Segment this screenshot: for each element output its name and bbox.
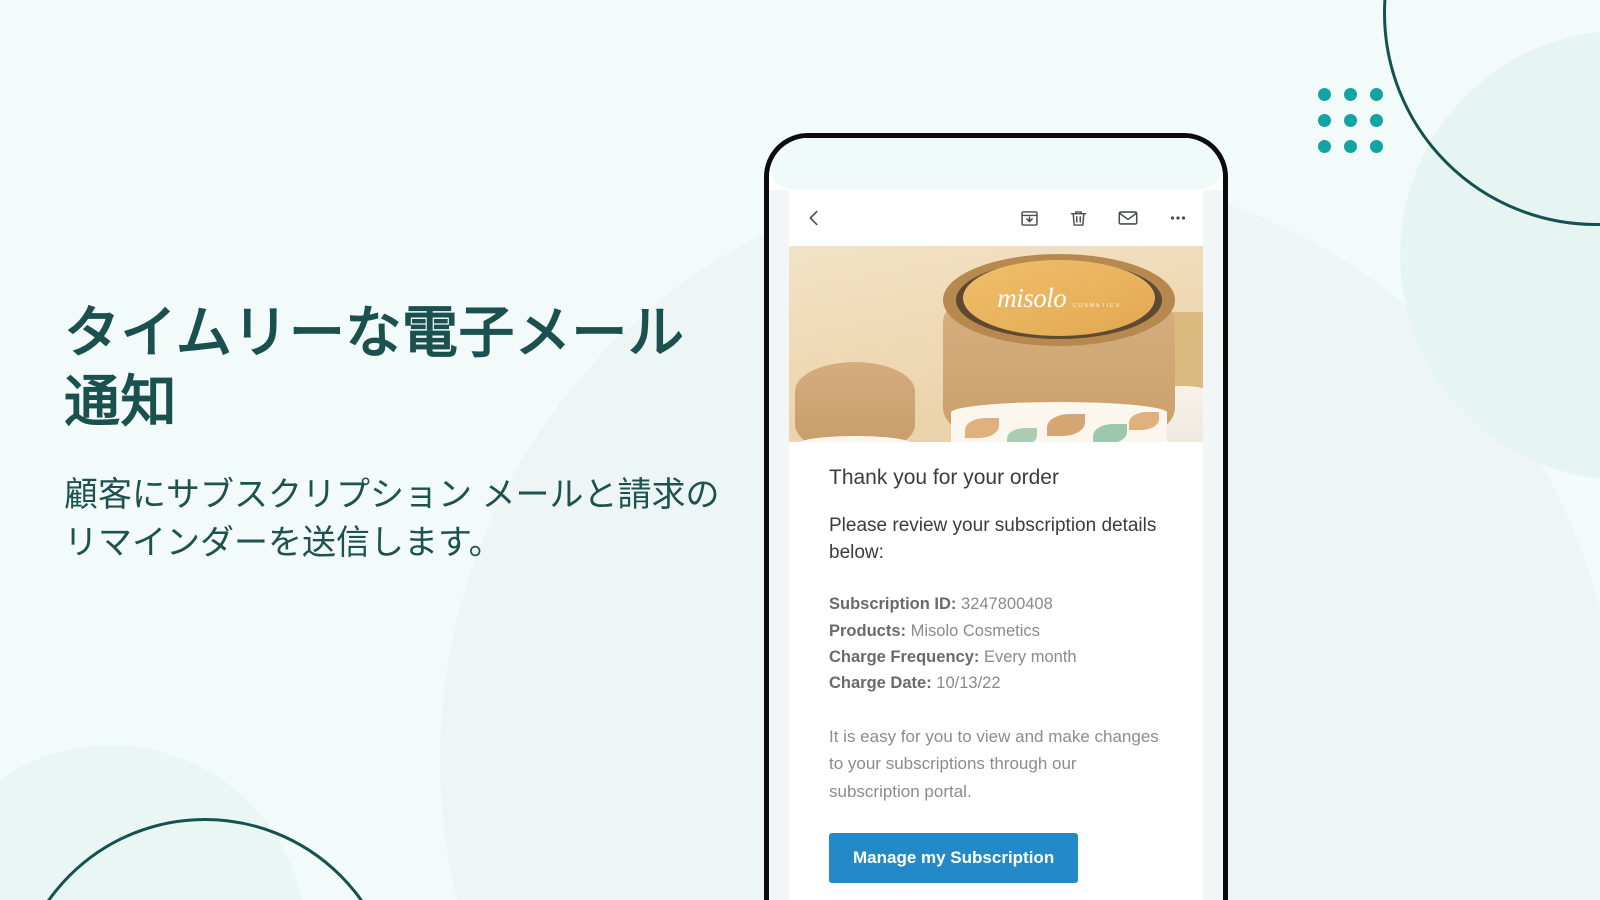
delete-button[interactable] — [1068, 208, 1089, 229]
phone-screen: misolo COSMETICS MASCARILLA — [769, 138, 1223, 900]
subscription-details-list: Subscription ID: 3247800408 Products: Mi… — [829, 591, 1163, 697]
detail-value: Misolo Cosmetics — [910, 621, 1040, 640]
page-subtitle: 顧客にサブスクリプション メールと請求のリマインダーを送信します。 — [64, 475, 720, 563]
dot-grid-icon — [1318, 88, 1383, 153]
phone-mockup: misolo COSMETICS MASCARILLA — [764, 133, 1228, 900]
email-body: misolo COSMETICS MASCARILLA — [789, 246, 1203, 900]
slide-canvas: タイムリーな電子メール通知 顧客にサブスクリプション メールと請求のリマインダー… — [0, 0, 1600, 900]
toolbar-actions — [1019, 207, 1189, 229]
detail-label: Charge Frequency: — [829, 648, 980, 667]
decorative-mint-circle-bottom-left — [0, 745, 306, 900]
archive-button[interactable] — [1019, 208, 1040, 229]
detail-value: Every month — [983, 648, 1077, 667]
manage-subscription-button[interactable]: Manage my Subscription — [829, 833, 1079, 884]
status-bar — [769, 138, 1223, 190]
decorative-mint-circle-top-right — [1400, 30, 1600, 480]
envelope-icon — [1117, 207, 1139, 229]
product-hero-image: misolo COSMETICS MASCARILLA — [789, 246, 1203, 442]
brand-sublabel: COSMETICS — [1072, 302, 1121, 309]
page-title: タイムリーな電子メール通知 — [64, 301, 685, 434]
mail-toolbar — [789, 190, 1203, 246]
trash-icon — [1068, 208, 1089, 229]
detail-label: Products: — [829, 621, 907, 640]
decorative-outline-circle-bottom-left — [12, 818, 398, 900]
more-options-button[interactable] — [1167, 207, 1189, 229]
secondary-product-jar — [795, 362, 915, 442]
screen-gutter-right — [1203, 190, 1223, 900]
chevron-left-icon — [803, 207, 825, 229]
screen-gutter-left — [769, 190, 789, 900]
detail-row: Subscription ID: 3247800408 — [829, 591, 1163, 617]
brand-logo: misolo COSMETICS — [997, 282, 1121, 313]
detail-label: Charge Date: — [829, 674, 932, 693]
mark-unread-button[interactable] — [1117, 207, 1139, 229]
detail-label: Subscription ID: — [829, 595, 957, 614]
detail-value: 10/13/22 — [936, 674, 1001, 693]
email-title: Thank you for your order — [829, 466, 1059, 489]
product-jar: misolo COSMETICS MASCARILLA — [943, 254, 1175, 442]
detail-row: Charge Frequency: Every month — [829, 644, 1163, 670]
email-lead-text: Please review your subscription details … — [829, 515, 1157, 564]
email-content: Thank you for your order Please review y… — [789, 442, 1203, 884]
decorative-outline-circle-top-right — [1383, 0, 1600, 226]
email-note-text: It is easy for you to view and make chan… — [829, 726, 1159, 801]
marketing-copy: タイムリーな電子メール通知 顧客にサブスクリプション メールと請求のリマインダー… — [64, 298, 724, 567]
detail-value: 3247800408 — [961, 595, 1053, 614]
product-lid: misolo COSMETICS — [963, 260, 1155, 336]
archive-icon — [1019, 208, 1040, 229]
back-button[interactable] — [803, 207, 825, 229]
more-horizontal-icon — [1167, 207, 1189, 229]
detail-row: Products: Misolo Cosmetics — [829, 618, 1163, 644]
product-label-wrap: MASCARILLA LIFTING — [951, 402, 1167, 442]
detail-row: Charge Date: 10/13/22 — [829, 670, 1163, 696]
